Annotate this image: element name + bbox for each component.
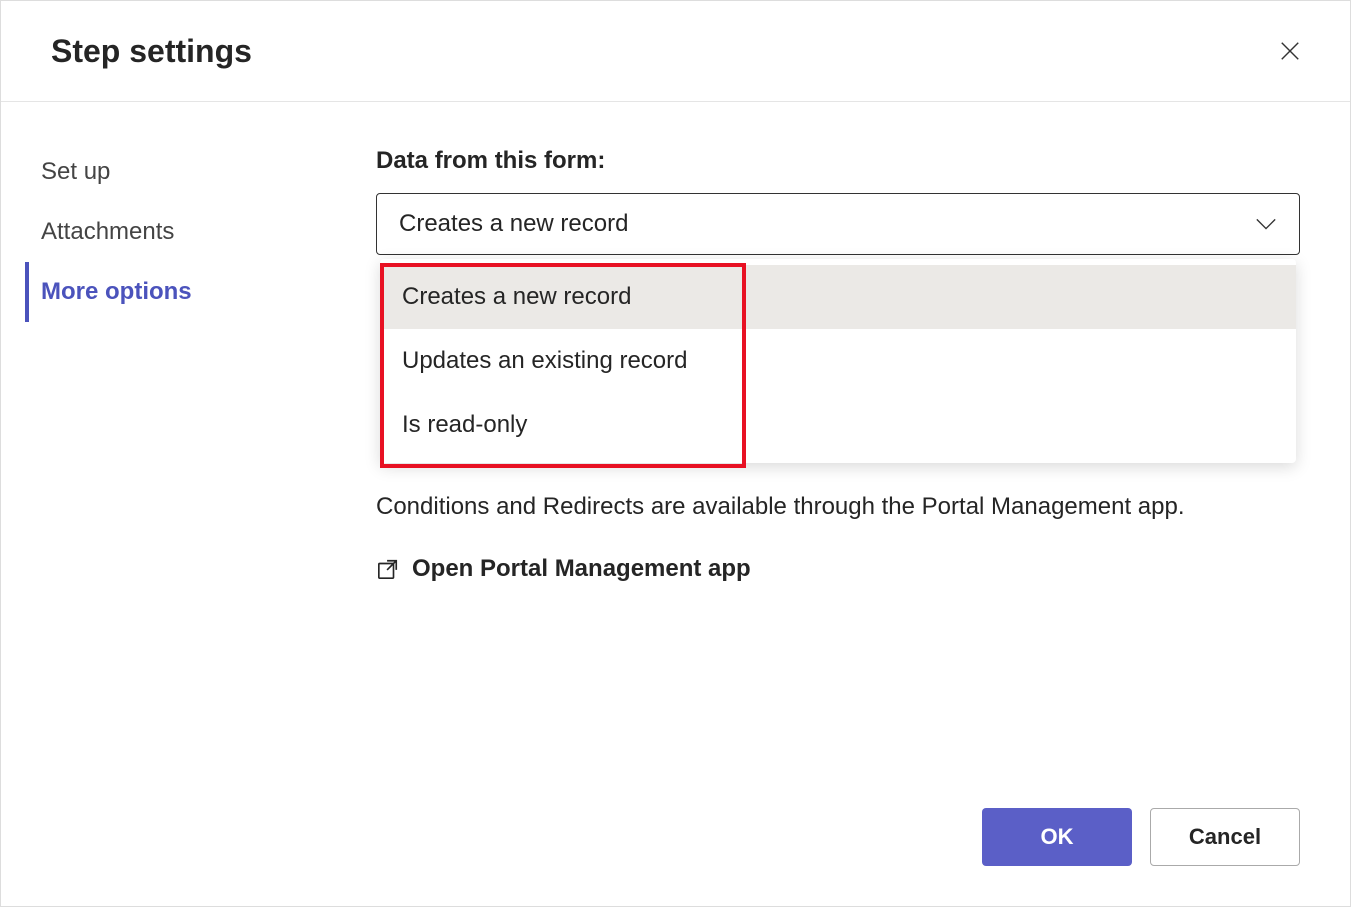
close-icon <box>1279 40 1301 62</box>
step-settings-dialog: Step settings Set up Attachments More op… <box>0 0 1351 907</box>
sidebar-item-attachments[interactable]: Attachments <box>25 202 341 262</box>
sidebar-item-more-options[interactable]: More options <box>25 262 341 322</box>
dropdown-option-label: Updates an existing record <box>402 347 688 374</box>
sidebar-item-label: More options <box>41 278 192 305</box>
open-new-window-icon <box>376 558 400 580</box>
dialog-footer: OK Cancel <box>982 808 1300 866</box>
portal-link-label: Open Portal Management app <box>412 555 751 583</box>
ok-button-label: OK <box>1041 824 1074 850</box>
field-label-data-from-form: Data from this form: <box>376 147 1300 175</box>
chevron-down-icon <box>1255 217 1277 231</box>
open-portal-management-link[interactable]: Open Portal Management app <box>376 555 751 583</box>
dialog-header: Step settings <box>1 1 1350 102</box>
main-panel: Data from this form: Creates a new recor… <box>341 102 1350 906</box>
sidebar-item-label: Set up <box>41 158 110 185</box>
dropdown-selected-value: Creates a new record <box>399 210 628 238</box>
dialog-body: Set up Attachments More options Data fro… <box>1 102 1350 906</box>
sidebar-item-label: Attachments <box>41 218 174 245</box>
sidebar: Set up Attachments More options <box>1 102 341 906</box>
cancel-button-label: Cancel <box>1189 824 1261 850</box>
close-button[interactable] <box>1270 31 1310 71</box>
dropdown-option-label: Creates a new record <box>402 283 631 310</box>
dropdown-select[interactable]: Creates a new record <box>376 193 1300 255</box>
dialog-title: Step settings <box>51 33 252 70</box>
sidebar-item-setup[interactable]: Set up <box>25 142 341 202</box>
dropdown-option-updates-existing[interactable]: Updates an existing record <box>380 329 1296 393</box>
dropdown-menu: Creates a new record Updates an existing… <box>380 259 1296 463</box>
info-text: Conditions and Redirects are available t… <box>376 490 1300 525</box>
ok-button[interactable]: OK <box>982 808 1132 866</box>
data-from-form-dropdown: Creates a new record Creates a new recor… <box>376 193 1300 255</box>
dropdown-option-read-only[interactable]: Is read-only <box>380 393 1296 457</box>
dropdown-option-label: Is read-only <box>402 411 527 438</box>
dropdown-option-creates-new[interactable]: Creates a new record <box>380 265 1296 329</box>
cancel-button[interactable]: Cancel <box>1150 808 1300 866</box>
